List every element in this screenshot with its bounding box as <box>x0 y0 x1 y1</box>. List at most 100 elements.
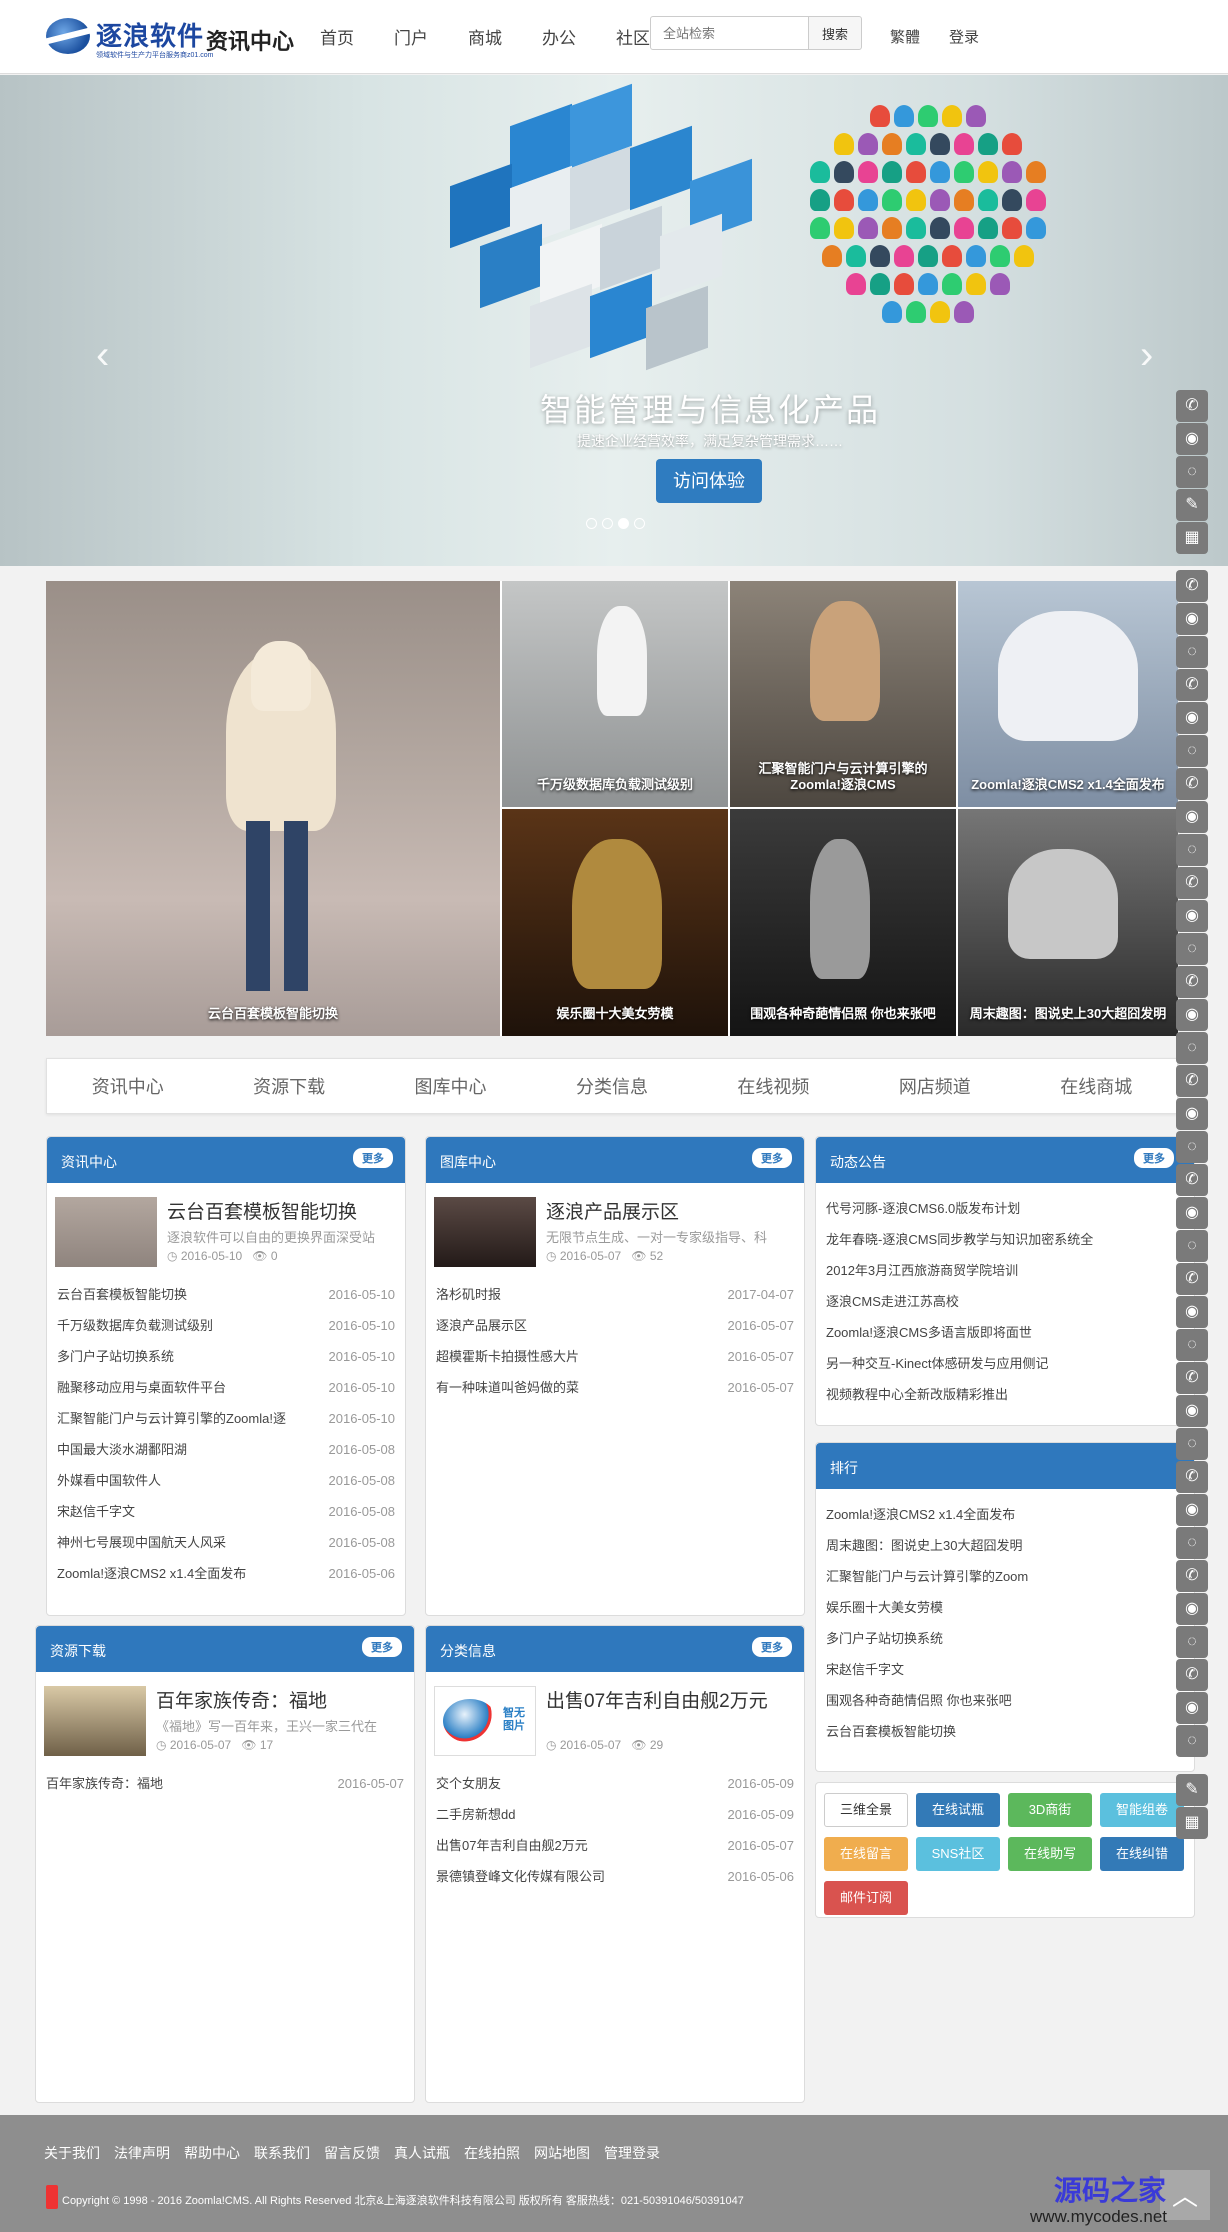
more-button[interactable]: 更多 <box>752 1148 792 1168</box>
category-tab[interactable]: 图库中心 <box>370 1073 531 1099</box>
list-item[interactable]: 周末趣图：图说史上30大超囧发明 <box>826 1530 1184 1561</box>
phone-icon[interactable]: ✆ <box>1176 1164 1208 1196</box>
phone-icon[interactable]: ✆ <box>1176 966 1208 998</box>
item-title[interactable]: 云台百套模板智能切换 <box>57 1279 187 1310</box>
more-button[interactable]: 更多 <box>353 1148 393 1168</box>
list-item[interactable]: 交个女朋友 2016-05-09 <box>436 1768 794 1799</box>
list-item[interactable]: 逐浪CMS走进江苏高校 <box>826 1286 1184 1317</box>
category-tab[interactable]: 资源下载 <box>208 1073 369 1099</box>
list-item[interactable]: 汇聚智能门户与云计算引擎的Zoomla!逐 2016-05-10 <box>57 1403 395 1434</box>
more-button[interactable]: 更多 <box>752 1637 792 1657</box>
list-item[interactable]: 逐浪产品展示区 2016-05-07 <box>436 1310 794 1341</box>
featured-title[interactable]: 百年家族传奇：福地 <box>156 1686 327 1713</box>
item-title[interactable]: 千万级数据库负载测试级别 <box>57 1310 213 1341</box>
phone-icon[interactable]: ✆ <box>1176 1263 1208 1295</box>
search-button[interactable]: 搜索 <box>808 16 862 50</box>
list-item[interactable]: 百年家族传奇：福地 2016-05-07 <box>46 1768 404 1799</box>
nav-item-community[interactable]: 社区 <box>616 24 650 49</box>
footer-link[interactable]: 帮助中心 <box>184 2143 240 2163</box>
wechat-icon[interactable]: ◌ <box>1176 456 1208 488</box>
login-link[interactable]: 登录 <box>949 26 979 47</box>
list-item[interactable]: 多门户子站切换系统 2016-05-10 <box>57 1341 395 1372</box>
wechat-icon[interactable]: ◌ <box>1176 834 1208 866</box>
item-title[interactable]: 景德镇登峰文化传媒有限公司 <box>436 1861 605 1892</box>
nav-item-office[interactable]: 办公 <box>542 24 576 49</box>
item-title[interactable]: 有一种味道叫爸妈做的菜 <box>436 1372 579 1403</box>
quick-button-sns[interactable]: SNS社区 <box>916 1837 1000 1871</box>
list-item[interactable]: 云台百套模板智能切换 2016-05-10 <box>57 1279 395 1310</box>
site-logo[interactable]: 逐浪软件 资讯中心 领域软件与生产力平台服务商z01.com <box>46 16 296 60</box>
list-item[interactable]: 娱乐圈十大美女劳模 <box>826 1592 1184 1623</box>
edit-icon[interactable]: ✎ <box>1176 1774 1208 1806</box>
phone-icon[interactable]: ✆ <box>1176 1461 1208 1493</box>
category-tab[interactable]: 资讯中心 <box>47 1073 208 1099</box>
qq-icon[interactable]: ◉ <box>1176 603 1208 635</box>
qq-icon[interactable]: ◉ <box>1176 1593 1208 1625</box>
phone-icon[interactable]: ✆ <box>1176 1560 1208 1592</box>
list-item[interactable]: 另一种交互-Kinect体感研发与应用侧记 <box>826 1348 1184 1379</box>
qq-icon[interactable]: ◉ <box>1176 702 1208 734</box>
qq-icon[interactable]: ◉ <box>1176 1692 1208 1724</box>
carousel-next-arrow[interactable]: › <box>1140 333 1153 378</box>
quick-button-online-trial[interactable]: 在线试瓶 <box>916 1793 1000 1827</box>
grid-tile[interactable]: 围观各种奇葩情侣照 你也来张吧 <box>730 809 956 1036</box>
grid-tile[interactable]: 娱乐圈十大美女劳模 <box>502 809 728 1036</box>
nav-item-mall[interactable]: 商城 <box>468 24 502 49</box>
item-title[interactable]: 出售07年吉利自由舰2万元 <box>436 1830 588 1861</box>
more-button[interactable]: 更多 <box>1134 1148 1174 1168</box>
item-title[interactable]: 宋赵信千字文 <box>57 1496 135 1527</box>
item-title[interactable]: 洛杉矶时报 <box>436 1279 501 1310</box>
featured-item[interactable]: 逐浪产品展示区 无限节点生成、一对一专家级指导、科 ◷ 2016-05-07 👁… <box>426 1183 804 1279</box>
list-item[interactable]: 围观各种奇葩情侣照 你也来张吧 <box>826 1685 1184 1716</box>
qq-icon[interactable]: ◉ <box>1176 900 1208 932</box>
edit-icon[interactable]: ✎ <box>1176 489 1208 521</box>
list-item[interactable]: Zoomla!逐浪CMS2 x1.4全面发布 <box>826 1499 1184 1530</box>
wechat-icon[interactable]: ◌ <box>1176 636 1208 668</box>
featured-title[interactable]: 云台百套模板智能切换 <box>167 1197 357 1224</box>
quick-button-writing[interactable]: 在线助写 <box>1008 1837 1092 1871</box>
list-item[interactable]: 云台百套模板智能切换 <box>826 1716 1184 1747</box>
carousel-dot-active[interactable] <box>618 518 629 529</box>
nav-item-portal[interactable]: 门户 <box>394 24 428 49</box>
nav-item-home[interactable]: 首页 <box>320 24 354 49</box>
footer-link[interactable]: 留言反馈 <box>324 2143 380 2163</box>
wechat-icon[interactable]: ◌ <box>1176 735 1208 767</box>
footer-link[interactable]: 真人试瓶 <box>394 2143 450 2163</box>
category-tab[interactable]: 在线视频 <box>693 1073 854 1099</box>
list-item[interactable]: Zoomla!逐浪CMS多语言版即将面世 <box>826 1317 1184 1348</box>
wechat-icon[interactable]: ◌ <box>1176 1032 1208 1064</box>
carousel-prev-arrow[interactable]: ‹ <box>96 333 109 378</box>
list-item[interactable]: 宋赵信千字文 2016-05-08 <box>57 1496 395 1527</box>
item-title[interactable]: 外媒看中国软件人 <box>57 1465 161 1496</box>
category-tab[interactable]: 在线商城 <box>1016 1073 1177 1099</box>
item-title[interactable]: Zoomla!逐浪CMS2 x1.4全面发布 <box>57 1558 246 1589</box>
featured-item[interactable]: 智无图片 出售07年吉利自由舰2万元 ◷ 2016-05-07 👁 29 <box>426 1672 804 1768</box>
qq-icon[interactable]: ◉ <box>1176 1296 1208 1328</box>
carousel-dot[interactable] <box>602 518 613 529</box>
wechat-icon[interactable]: ◌ <box>1176 1626 1208 1658</box>
list-item[interactable]: 融聚移动应用与桌面软件平台 2016-05-10 <box>57 1372 395 1403</box>
qq-icon[interactable]: ◉ <box>1176 1098 1208 1130</box>
item-title[interactable]: 逐浪产品展示区 <box>436 1310 527 1341</box>
list-item[interactable]: 龙年春晓-逐浪CMS同步教学与知识加密系统全 <box>826 1224 1184 1255</box>
quick-button-3d-panorama[interactable]: 三维全景 <box>824 1793 908 1827</box>
footer-link[interactable]: 关于我们 <box>44 2143 100 2163</box>
carousel-dot[interactable] <box>586 518 597 529</box>
item-title[interactable]: 超模霍斯卡拍摄性感大片 <box>436 1341 579 1372</box>
qq-icon[interactable]: ◉ <box>1176 999 1208 1031</box>
item-title[interactable]: 百年家族传奇：福地 <box>46 1768 163 1799</box>
qq-icon[interactable]: ◉ <box>1176 423 1208 455</box>
footer-link[interactable]: 管理登录 <box>604 2143 660 2163</box>
qq-icon[interactable]: ◉ <box>1176 1197 1208 1229</box>
phone-icon[interactable]: ✆ <box>1176 768 1208 800</box>
list-item[interactable]: 外媒看中国软件人 2016-05-08 <box>57 1465 395 1496</box>
list-item[interactable]: 景德镇登峰文化传媒有限公司 2016-05-06 <box>436 1861 794 1892</box>
list-item[interactable]: 中国最大淡水湖鄱阳湖 2016-05-08 <box>57 1434 395 1465</box>
grid-tile[interactable]: 周末趣图：图说史上30大超囧发明 <box>958 809 1178 1036</box>
list-item[interactable]: 洛杉矶时报 2017-04-07 <box>436 1279 794 1310</box>
list-item[interactable]: 代号河豚-逐浪CMS6.0版发布计划 <box>826 1193 1184 1224</box>
back-to-top-button[interactable]: ︿ <box>1160 2170 1210 2220</box>
list-item[interactable]: 出售07年吉利自由舰2万元 2016-05-07 <box>436 1830 794 1861</box>
phone-icon[interactable]: ✆ <box>1176 390 1208 422</box>
footer-link[interactable]: 在线拍照 <box>464 2143 520 2163</box>
